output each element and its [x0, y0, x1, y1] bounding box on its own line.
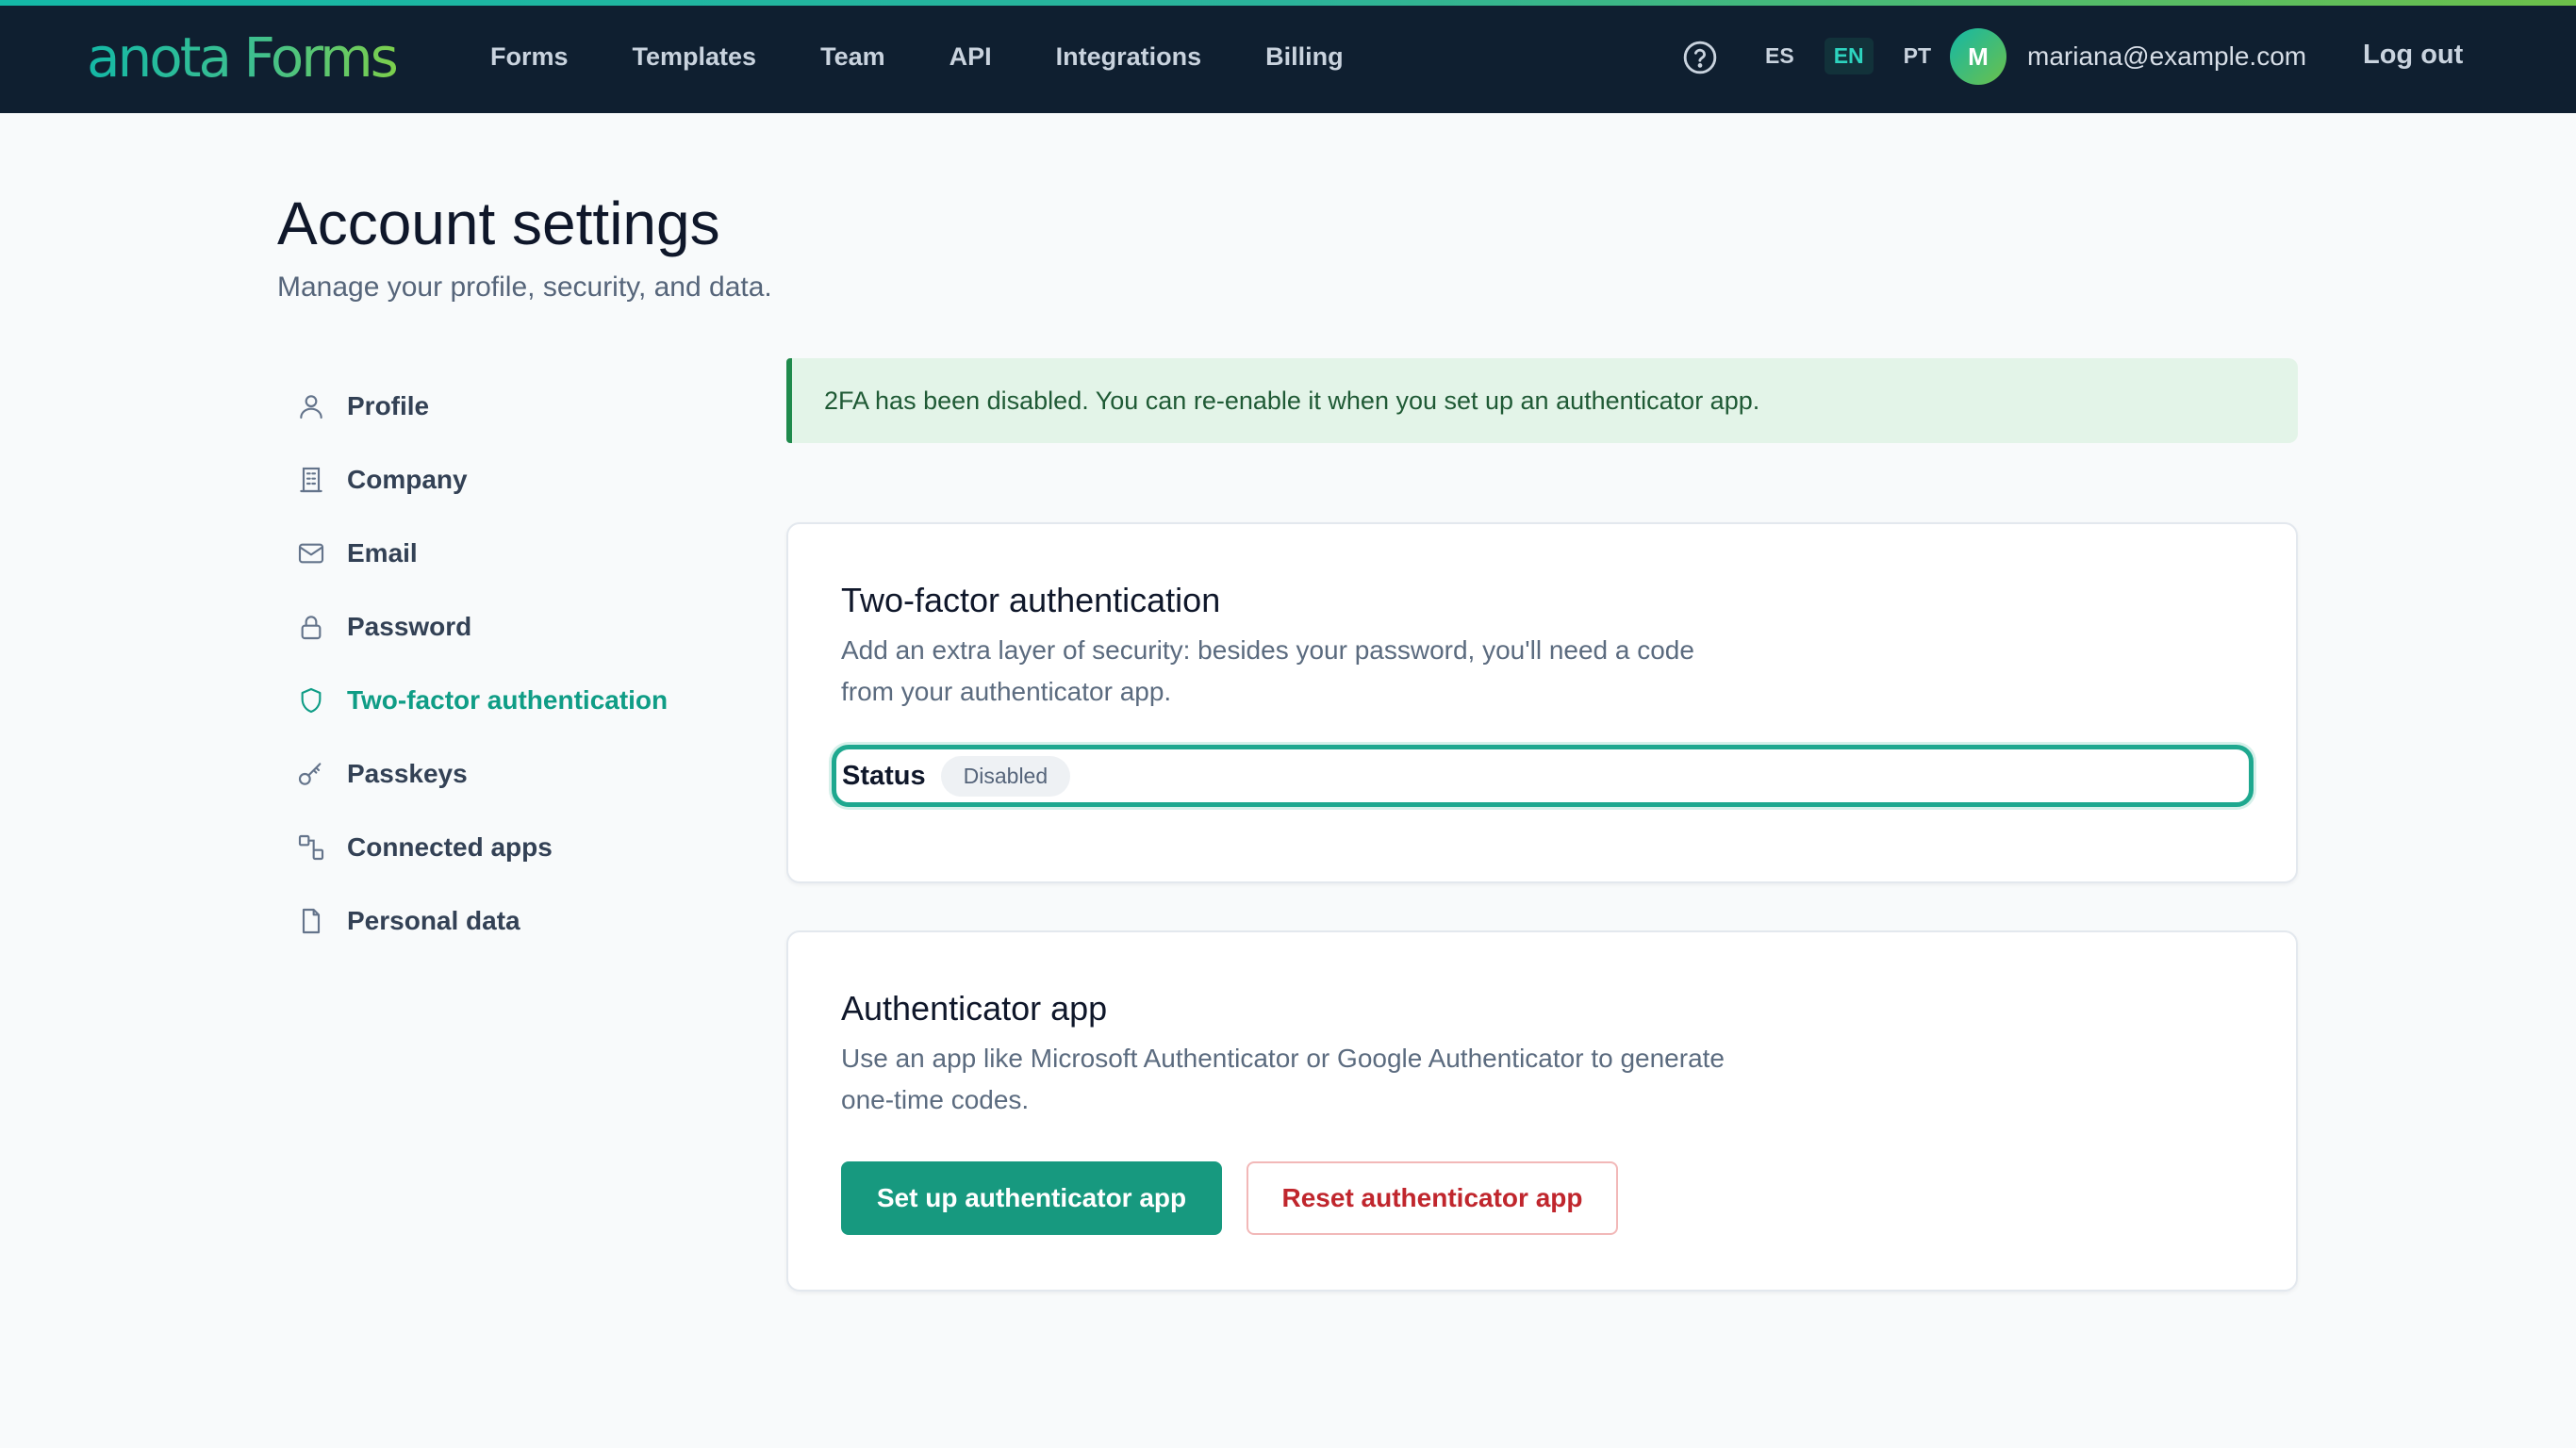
shield-icon: [301, 687, 322, 714]
language-es[interactable]: ES: [1756, 38, 1804, 74]
reset-authenticator-button[interactable]: Reset authenticator app: [1247, 1161, 1618, 1235]
document-icon: [302, 908, 321, 934]
success-alert: 2FA has been disabled. You can re-enable…: [786, 358, 2298, 443]
sidebar-item-label: Email: [347, 538, 418, 568]
avatar[interactable]: M: [1950, 28, 2006, 85]
key-icon: [298, 763, 322, 785]
sidebar-item-label: Profile: [347, 391, 430, 420]
question-circle-icon[interactable]: [1682, 40, 1718, 75]
building-icon: [300, 467, 322, 493]
main-nav: Forms Templates Team API Integrations Bi…: [490, 0, 1408, 113]
authenticator-description: Use an app like Microsoft Authenticator …: [841, 1044, 1726, 1114]
two-factor-card: Two-factor authentication Add an extra l…: [786, 522, 2298, 883]
status-badge: Disabled: [940, 755, 1071, 797]
nav-billing[interactable]: Billing: [1265, 42, 1344, 72]
sidebar-item-company[interactable]: Company: [296, 443, 730, 517]
user-email[interactable]: mariana@example.com: [2027, 41, 2306, 72]
lock-icon: [301, 616, 322, 640]
sidebar-item-label: Password: [347, 612, 472, 641]
two-factor-description: Add an extra layer of security: besides …: [841, 635, 1694, 706]
nav-integrations[interactable]: Integrations: [1056, 42, 1202, 72]
nav-templates[interactable]: Templates: [633, 42, 757, 72]
nav-team[interactable]: Team: [820, 42, 885, 72]
sidebar-item-label: Passkeys: [347, 759, 468, 788]
page-title: Account settings: [277, 189, 720, 257]
sidebar-item-label: Personal data: [347, 906, 520, 935]
sidebar-item-password[interactable]: Password: [296, 590, 730, 664]
authenticator-title: Authenticator app: [841, 989, 1108, 1028]
language-switcher: ES EN PT: [1756, 38, 1961, 74]
sidebar-item-passkeys[interactable]: Passkeys: [296, 737, 730, 811]
language-pt[interactable]: PT: [1894, 38, 1940, 74]
logout-button[interactable]: Log out: [2363, 40, 2463, 71]
sidebar-item-label: Two-factor authentication: [347, 685, 669, 715]
sidebar-item-personal-data[interactable]: Personal data: [296, 884, 730, 958]
connected-apps-icon: [298, 834, 324, 861]
sidebar-item-label: Company: [347, 465, 468, 494]
user-icon: [300, 395, 322, 420]
settings-sidebar: Profile Company Email Password Two-facto…: [296, 370, 730, 958]
status-label: Status: [842, 760, 926, 791]
page-subtitle: Manage your profile, security, and data.: [277, 272, 772, 303]
top-navigation-bar: anota Forms Forms Templates Team API Int…: [0, 0, 2576, 113]
envelope-icon: [298, 543, 324, 564]
sidebar-item-profile[interactable]: Profile: [296, 370, 730, 443]
sidebar-item-email[interactable]: Email: [296, 517, 730, 590]
sidebar-item-connected-apps[interactable]: Connected apps: [296, 811, 730, 884]
authenticator-app-card: Authenticator app Use an app like Micros…: [786, 930, 2298, 1292]
nav-api[interactable]: API: [949, 42, 992, 72]
setup-authenticator-button[interactable]: Set up authenticator app: [841, 1161, 1222, 1235]
app-logo[interactable]: anota Forms: [87, 25, 399, 90]
sidebar-item-two-factor[interactable]: Two-factor authentication: [296, 664, 730, 737]
sidebar-item-label: Connected apps: [347, 832, 553, 862]
language-en[interactable]: EN: [1824, 38, 1874, 74]
two-factor-title: Two-factor authentication: [841, 581, 1221, 619]
alert-message: 2FA has been disabled. You can re-enable…: [824, 386, 1760, 415]
nav-forms[interactable]: Forms: [490, 42, 569, 72]
two-factor-status-row[interactable]: Status Disabled: [832, 745, 2254, 807]
